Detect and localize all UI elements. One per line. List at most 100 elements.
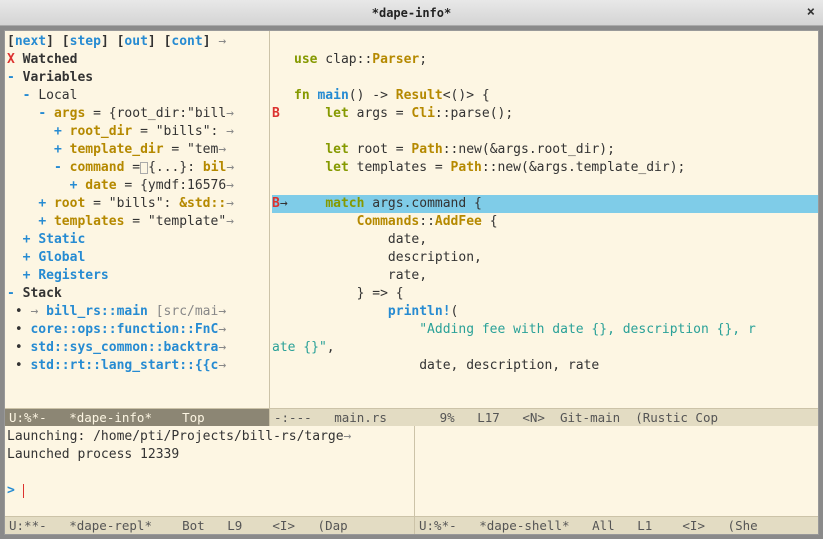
var-date: date [85,178,116,193]
scope-registers: Registers [38,268,108,283]
close-icon[interactable]: × [807,4,815,20]
src-text: root = [349,142,412,157]
repl-launched: Launched process 12339 [7,447,179,462]
src-type: Result [396,88,443,103]
stack-frame-1[interactable]: core::ops::function::FnC [30,322,218,337]
static-expand[interactable]: + [23,232,31,247]
rootdir-expand[interactable]: + [54,124,62,139]
src-text: () -> [349,88,396,103]
local-collapse[interactable]: - [23,88,31,103]
repl-buffer[interactable]: Launching: /home/pti/Projects/bill-rs/ta… [5,426,414,516]
shell-buffer[interactable] [415,426,818,516]
var-command-type: bil [203,160,226,175]
stack-frame-3[interactable]: std::rt::lang_start::{{c [30,358,218,373]
kw-fn: fn [294,88,310,103]
src-text: date, description, rate [419,358,599,373]
src-text: { [482,214,498,229]
shell-pane: U:%*- *dape-shell* All L1 <I> (She [415,426,818,534]
src-string: "Adding fee with date {}, description {}… [419,322,756,337]
stack-frame-0[interactable]: bill_rs::main [46,304,148,319]
var-command: command [70,160,125,175]
watched-heading: Watched [23,52,78,67]
source-pane: use clap::Parser; fn main() -> Result<()… [270,31,818,426]
scope-global: Global [38,250,85,265]
var-templates: templates [54,214,124,229]
breakpoint-marker[interactable]: B [272,106,280,121]
cont-button[interactable]: cont [171,34,202,49]
repl-pane: Launching: /home/pti/Projects/bill-rs/ta… [5,426,415,534]
src-text: ::parse(); [435,106,513,121]
args-collapse[interactable]: - [38,106,46,121]
src-type: Cli [411,106,434,121]
src-type: AddFee [435,214,482,229]
variables-collapse[interactable]: - [7,70,15,85]
date-expand[interactable]: + [70,178,78,193]
breakpoint-current[interactable]: B [272,196,280,211]
src-text: ; [419,52,427,67]
variables-heading: Variables [23,70,93,85]
var-root-dir: root_dir [70,124,133,139]
src-text: <()> { [443,88,490,103]
src-text: } => { [357,286,404,301]
stack-heading: Stack [23,286,62,301]
cursor-icon [23,484,24,498]
var-template-dir-val: = "tem [171,142,218,157]
out-button[interactable]: out [124,34,147,49]
kw-use: use [294,52,317,67]
dape-info-buffer[interactable]: [next] [step] [out] [cont] → X Watched -… [5,31,269,408]
repl-launching: Launching: /home/pti/Projects/bill-rs/ta… [7,429,344,444]
stack-collapse[interactable]: - [7,286,15,301]
repl-prompt: > [7,483,15,498]
src-string: ate {}" [272,340,327,355]
emacs-frame: [next] [step] [out] [cont] → X Watched -… [4,30,819,535]
src-text: description, [388,250,482,265]
var-command-val: {...}: [148,160,203,175]
source-modeline: -:--- main.rs 9% L17 <N> Git-main (Rusti… [270,408,818,426]
src-text: date, [388,232,427,247]
kw-match: match [325,196,364,211]
kw-let: let [325,160,348,175]
source-buffer[interactable]: use clap::Parser; fn main() -> Result<()… [270,31,818,408]
templatedir-expand[interactable]: + [54,142,62,157]
src-text: ::new(&args.template_dir); [482,160,686,175]
current-line-arrow-icon: → [280,196,288,211]
var-template-dir: template_dir [70,142,164,157]
root-expand[interactable]: + [38,196,46,211]
src-type: Parser [372,52,419,67]
step-button[interactable]: step [70,34,101,49]
window-titlebar: *dape-info* × [0,0,823,26]
var-root: root [54,196,85,211]
dape-info-modeline: U:%*- *dape-info* Top [5,408,269,426]
templates-expand[interactable]: + [38,214,46,229]
src-text: clap:: [317,52,372,67]
watched-x-icon[interactable]: X [7,52,15,67]
shell-modeline: U:%*- *dape-shell* All L1 <I> (She [415,516,818,534]
src-text: rate, [388,268,427,283]
stack-frame-2[interactable]: std::sys_common::backtra [30,340,218,355]
scope-static: Static [38,232,85,247]
repl-modeline: U:**- *dape-repl* Bot L9 <I> (Dap [5,516,414,534]
var-args: args [54,106,85,121]
stack-frame-0-loc: [src/mai [156,304,219,319]
src-text: templates = [349,160,451,175]
src-type: Path [411,142,442,157]
frame-arrow-icon: → [30,304,38,319]
src-text: , [327,340,335,355]
next-button[interactable]: next [15,34,46,49]
fn-main: main [310,88,349,103]
dape-info-pane: [next] [step] [out] [cont] → X Watched -… [5,31,270,426]
var-root-dir-val: = "bills": [140,124,226,139]
macro-println: println! [388,304,451,319]
src-type: Commands [357,214,420,229]
src-text: :: [419,214,435,229]
src-text: args = [349,106,412,121]
src-text: ( [451,304,459,319]
registers-expand[interactable]: + [23,268,31,283]
var-templates-val: = "template" [132,214,226,229]
command-collapse[interactable]: - [54,160,62,175]
src-text: ::new(&args.root_dir); [443,142,615,157]
box-icon [140,162,148,174]
window-title: *dape-info* [372,6,451,20]
var-date-val: = {ymdf:16576 [124,178,226,193]
global-expand[interactable]: + [23,250,31,265]
